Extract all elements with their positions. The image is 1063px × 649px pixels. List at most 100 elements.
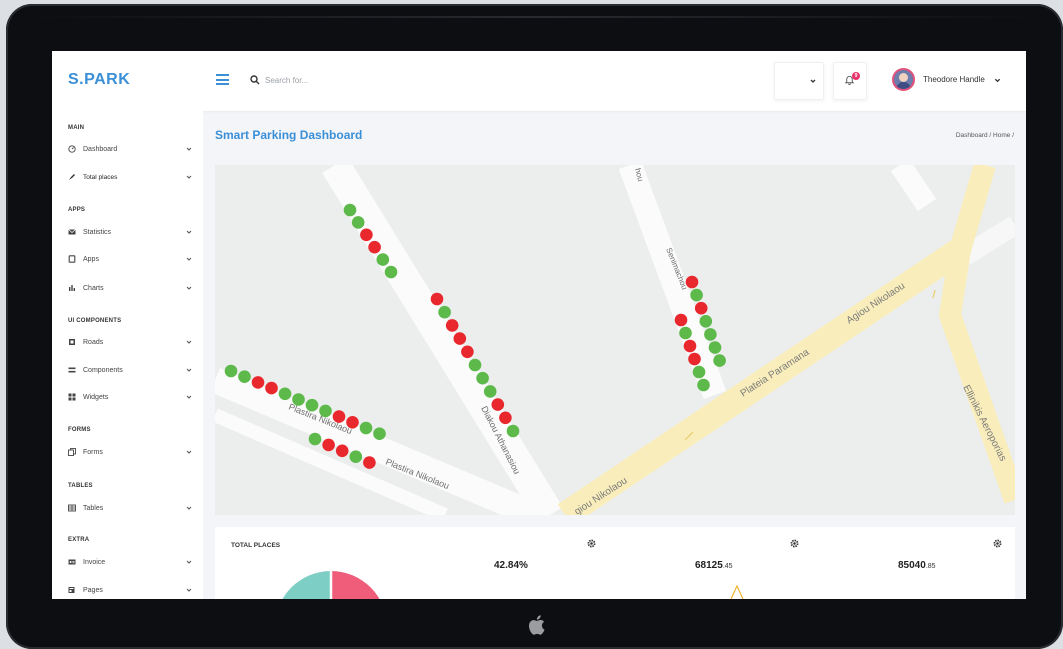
bar-chart-icon: [68, 284, 76, 292]
language-dropdown[interactable]: [774, 62, 824, 100]
gauge-icon: [68, 145, 76, 153]
parking-spot-occupied[interactable]: [445, 319, 459, 332]
parking-spot-occupied[interactable]: [322, 438, 335, 452]
gear-icon[interactable]: [587, 539, 596, 548]
parking-spot-occupied[interactable]: [499, 411, 512, 425]
parking-spot-occupied[interactable]: [251, 376, 265, 389]
parking-spot-free[interactable]: [349, 450, 363, 464]
parking-spot-occupied[interactable]: [461, 345, 474, 359]
chevron-down-icon: [186, 395, 192, 399]
search-bar[interactable]: [250, 71, 450, 89]
sidebar-item-label: Charts: [83, 284, 104, 292]
parking-spot-free[interactable]: [483, 385, 497, 398]
sidebar-item-label: Apps: [83, 255, 99, 263]
pie-slice: [331, 571, 380, 599]
chevron-down-icon: [186, 368, 192, 372]
breadcrumb[interactable]: Dashboard / Home /: [956, 132, 1014, 139]
parking-spot-occupied[interactable]: [453, 332, 467, 345]
parking-spot-free[interactable]: [699, 315, 713, 328]
sidebar-item-invoice[interactable]: Invoice: [68, 555, 192, 569]
chevron-down-icon: [810, 79, 816, 83]
sidebar-item-label: Total places: [83, 173, 118, 181]
parking-spot-free[interactable]: [224, 364, 238, 378]
parking-spot-free[interactable]: [476, 371, 489, 385]
parking-spot-free[interactable]: [690, 288, 703, 302]
parking-spot-occupied[interactable]: [346, 416, 359, 429]
parking-spot-free[interactable]: [278, 387, 292, 401]
sidebar-item-widgets[interactable]: Widgets: [68, 390, 192, 404]
parking-spot-free[interactable]: [713, 354, 726, 367]
logo[interactable]: S.PARK: [68, 71, 130, 89]
parking-spot-free[interactable]: [359, 421, 373, 435]
parking-spot-occupied[interactable]: [430, 292, 444, 306]
apple-logo-icon: [529, 615, 545, 635]
parking-spot-occupied[interactable]: [265, 381, 278, 395]
notifications-button[interactable]: 9: [833, 62, 867, 100]
parking-spot-occupied[interactable]: [688, 352, 701, 366]
parking-spot-free[interactable]: [373, 427, 386, 441]
sidebar-item-statistics[interactable]: Statistics: [68, 225, 192, 239]
parking-spot-occupied[interactable]: [335, 444, 349, 458]
chevron-down-icon: [186, 560, 192, 564]
user-name[interactable]: Theodore Handle: [923, 75, 985, 84]
parking-spot-free[interactable]: [679, 326, 692, 340]
top-bar: S.PARK 9 Theodore Handle: [52, 51, 1026, 111]
avatar[interactable]: [892, 68, 915, 91]
parking-spot-free[interactable]: [351, 216, 365, 229]
sidebar-item-pages[interactable]: Pages: [68, 583, 192, 597]
parking-spot-free[interactable]: [292, 393, 305, 406]
parking-spot-occupied[interactable]: [363, 456, 376, 469]
parking-spot-occupied[interactable]: [491, 398, 505, 411]
parking-spot-free[interactable]: [305, 398, 319, 412]
sidebar-item-forms[interactable]: Forms: [68, 445, 192, 459]
parking-spot-free[interactable]: [692, 365, 706, 379]
parking-spot-free[interactable]: [343, 203, 357, 217]
parking-spot-free[interactable]: [704, 328, 717, 341]
notification-badge: 9: [852, 72, 860, 80]
parking-spot-free[interactable]: [438, 305, 451, 319]
parking-spot-free[interactable]: [697, 378, 710, 392]
tablet-icon: [68, 255, 76, 263]
sidebar-item-charts[interactable]: Charts: [68, 281, 192, 295]
parking-spot-free[interactable]: [319, 404, 332, 418]
sidebar-item-label: Statistics: [83, 228, 112, 236]
parking-spot-free[interactable]: [506, 424, 520, 438]
chevron-down-icon[interactable]: [994, 77, 1001, 84]
sidebar-item-label: Forms: [83, 448, 103, 456]
chevron-down-icon: [186, 230, 192, 234]
gear-icon[interactable]: [993, 539, 1002, 548]
search-input[interactable]: [265, 75, 415, 85]
menu-toggle-icon[interactable]: [216, 74, 229, 85]
sidebar-item-components[interactable]: Components: [68, 363, 192, 377]
sidebar-item-total-places[interactable]: Total places: [68, 170, 192, 184]
parking-spot-occupied[interactable]: [332, 410, 346, 423]
parking-spot-free[interactable]: [238, 370, 251, 383]
rocket-icon: [68, 173, 76, 181]
street-label: Plateia Paramana: [739, 347, 812, 400]
id-card-icon: [68, 558, 76, 566]
list-icon: [68, 366, 76, 374]
parking-spot-occupied[interactable]: [685, 275, 699, 289]
stat-value: 68125.45: [695, 560, 733, 571]
parking-spot-occupied[interactable]: [368, 240, 381, 254]
sidebar-item-roads[interactable]: Roads: [68, 335, 192, 349]
sidebar-section-title: TABLES: [68, 483, 93, 489]
gear-icon[interactable]: [790, 539, 799, 548]
parking-spot-occupied[interactable]: [360, 228, 373, 242]
sidebar-item-tables[interactable]: Tables: [68, 501, 192, 515]
chevron-down-icon: [186, 175, 192, 179]
sidebar-item-apps[interactable]: Apps: [68, 252, 192, 266]
pie-chart: [282, 571, 380, 599]
parking-spot-free[interactable]: [376, 253, 390, 266]
parking-spot-free[interactable]: [468, 358, 482, 372]
parking-spot-occupied[interactable]: [694, 301, 708, 315]
parking-spot-free[interactable]: [384, 265, 398, 279]
parking-spot-occupied[interactable]: [674, 313, 688, 327]
sidebar-item-label: Roads: [83, 338, 104, 346]
parking-spot-free[interactable]: [308, 432, 322, 446]
parking-spot-free[interactable]: [708, 341, 722, 354]
parking-spot-occupied[interactable]: [683, 339, 697, 353]
sidebar-item-dashboard[interactable]: Dashboard: [68, 142, 192, 156]
parking-map[interactable]: Plastira Nikolaou Plastira Nikolaou Diak…: [215, 165, 1015, 515]
map-canvas[interactable]: Plastira Nikolaou Plastira Nikolaou Diak…: [215, 165, 1015, 515]
